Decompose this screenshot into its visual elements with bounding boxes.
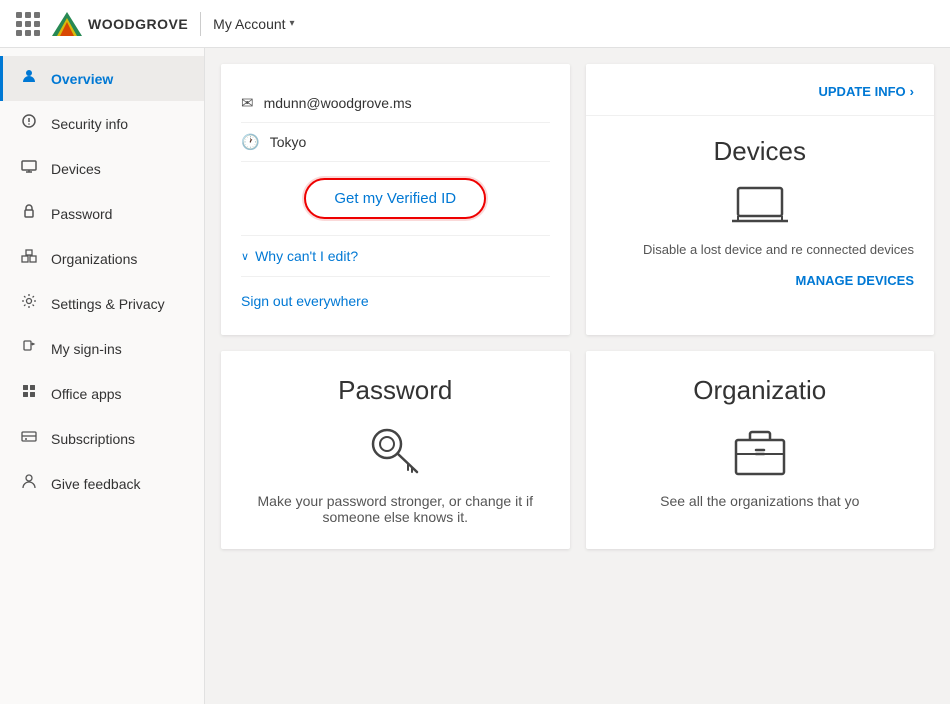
sidebar-item-settings-privacy[interactable]: Settings & Privacy bbox=[0, 281, 204, 326]
update-info-bar: UPDATE INFO › bbox=[586, 64, 935, 116]
why-cant-edit-label: Why can't I edit? bbox=[255, 248, 358, 264]
laptop-icon bbox=[730, 183, 790, 228]
logo: WOODGROVE bbox=[52, 12, 188, 36]
sidebar-settings-label: Settings & Privacy bbox=[51, 296, 165, 312]
email-row: ✉ mdunn@woodgrove.ms bbox=[241, 84, 550, 123]
overview-icon bbox=[19, 68, 39, 89]
password-description: Make your password stronger, or change i… bbox=[241, 493, 550, 525]
sidebar-item-subscriptions[interactable]: Subscriptions bbox=[0, 416, 204, 461]
main-content: ✉ mdunn@woodgrove.ms 🕐 Tokyo Get my Veri… bbox=[205, 48, 950, 704]
briefcase-icon bbox=[730, 422, 790, 477]
feedback-icon bbox=[19, 473, 39, 494]
update-info-label: UPDATE INFO bbox=[819, 84, 906, 99]
organizations-description: See all the organizations that yo bbox=[660, 493, 859, 509]
my-account-menu[interactable]: My Account ▾ bbox=[213, 16, 294, 32]
why-cant-edit-link[interactable]: ∨ Why can't I edit? bbox=[241, 248, 550, 264]
location-row: 🕐 Tokyo bbox=[241, 123, 550, 162]
devices-title: Devices bbox=[714, 136, 806, 167]
sidebar-feedback-label: Give feedback bbox=[51, 476, 141, 492]
why-cant-edit-section: ∨ Why can't I edit? bbox=[241, 236, 550, 277]
location-value: Tokyo bbox=[270, 134, 307, 150]
manage-devices-link[interactable]: MANAGE DEVICES bbox=[796, 273, 914, 288]
sidebar-password-label: Password bbox=[51, 206, 112, 222]
password-card: Password Make your password stronger, or… bbox=[221, 351, 570, 549]
devices-card: UPDATE INFO › Devices Disable a lost dev… bbox=[586, 64, 935, 335]
my-account-label: My Account bbox=[213, 16, 285, 32]
verified-id-section: Get my Verified ID bbox=[241, 162, 550, 236]
topbar-divider bbox=[200, 12, 201, 36]
sidebar-organizations-label: Organizations bbox=[51, 251, 137, 267]
sidebar-subscriptions-label: Subscriptions bbox=[51, 431, 135, 447]
sidebar-item-my-sign-ins[interactable]: My sign-ins bbox=[0, 326, 204, 371]
sidebar-item-give-feedback[interactable]: Give feedback bbox=[0, 461, 204, 506]
sidebar-office-apps-label: Office apps bbox=[51, 386, 122, 402]
logo-text: WOODGROVE bbox=[88, 16, 188, 32]
apps-grid-icon[interactable] bbox=[16, 12, 40, 36]
security-info-icon bbox=[19, 113, 39, 134]
sidebar-item-organizations[interactable]: Organizations bbox=[0, 236, 204, 281]
main-layout: Overview Security info Devices Password … bbox=[0, 48, 950, 704]
key-icon bbox=[365, 422, 425, 477]
sidebar-security-info-label: Security info bbox=[51, 116, 128, 132]
update-info-link[interactable]: UPDATE INFO › bbox=[819, 84, 915, 99]
password-title: Password bbox=[338, 375, 452, 406]
sidebar-item-overview[interactable]: Overview bbox=[0, 56, 204, 101]
chevron-down-icon: ∨ bbox=[241, 250, 249, 263]
arrow-right-icon: › bbox=[910, 84, 914, 99]
password-icon bbox=[19, 203, 39, 224]
sidebar-sign-ins-label: My sign-ins bbox=[51, 341, 122, 357]
devices-content: Devices Disable a lost device and re con… bbox=[586, 116, 935, 308]
get-verified-id-button[interactable]: Get my Verified ID bbox=[304, 178, 486, 219]
sign-out-everywhere-link[interactable]: Sign out everywhere bbox=[241, 293, 369, 309]
email-icon: ✉ bbox=[241, 94, 254, 112]
office-apps-icon bbox=[19, 383, 39, 404]
sign-ins-icon bbox=[19, 338, 39, 359]
organizations-title: Organizatio bbox=[693, 375, 826, 406]
sidebar-devices-label: Devices bbox=[51, 161, 101, 177]
sidebar-item-office-apps[interactable]: Office apps bbox=[0, 371, 204, 416]
location-icon: 🕐 bbox=[241, 133, 260, 151]
settings-icon bbox=[19, 293, 39, 314]
chevron-down-icon: ▾ bbox=[290, 18, 295, 29]
devices-icon bbox=[19, 158, 39, 179]
organizations-card: Organizatio See all the organizations th… bbox=[586, 351, 935, 549]
sidebar-item-password[interactable]: Password bbox=[0, 191, 204, 236]
account-card: ✉ mdunn@woodgrove.ms 🕐 Tokyo Get my Veri… bbox=[221, 64, 570, 335]
organizations-icon bbox=[19, 248, 39, 269]
devices-description: Disable a lost device and re connected d… bbox=[606, 242, 915, 257]
sidebar-item-devices[interactable]: Devices bbox=[0, 146, 204, 191]
sign-out-section: Sign out everywhere bbox=[241, 277, 550, 315]
topbar: WOODGROVE My Account ▾ bbox=[0, 0, 950, 48]
sidebar-item-security-info[interactable]: Security info bbox=[0, 101, 204, 146]
sidebar-overview-label: Overview bbox=[51, 71, 113, 87]
subscriptions-icon bbox=[19, 428, 39, 449]
email-value: mdunn@woodgrove.ms bbox=[264, 95, 412, 111]
sidebar: Overview Security info Devices Password … bbox=[0, 48, 205, 704]
